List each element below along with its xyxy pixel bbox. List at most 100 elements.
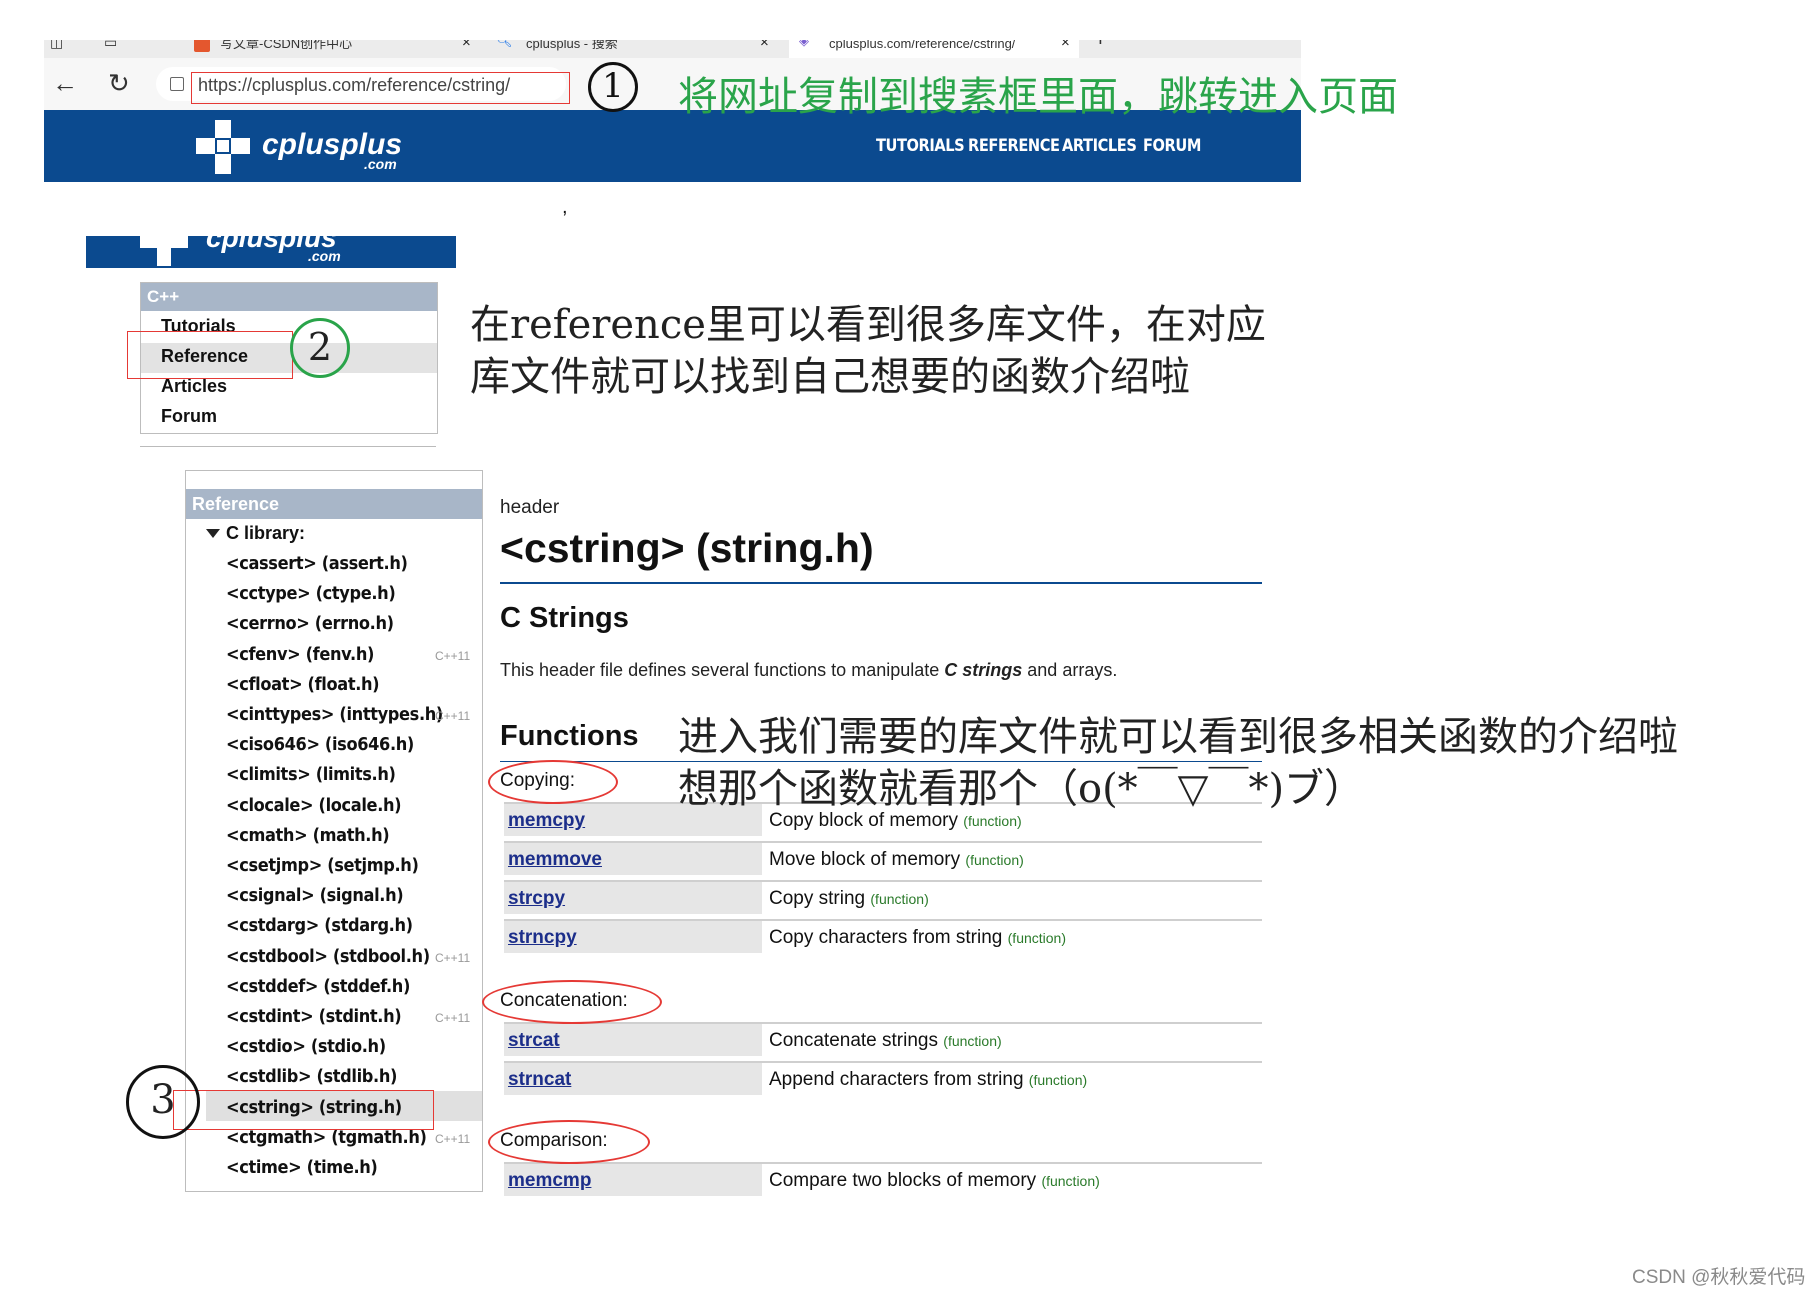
reference-item[interactable]: <climits> (limits.h): [226, 764, 396, 785]
reference-item[interactable]: <cinttypes> (inttypes.h): [226, 704, 443, 725]
function-row: strcpy Copy string (function): [504, 880, 1262, 916]
header-description: This header file defines several functio…: [500, 660, 1117, 681]
title-underline: [500, 582, 1262, 584]
tab-bing-search[interactable]: 🔍︎ cplusplus - 搜索 ×: [494, 40, 776, 58]
step-3-circle: 3: [126, 1065, 200, 1139]
step-3-annotation-line1: 进入我们需要的库文件就可以看到很多相关函数的介绍啦: [678, 714, 1678, 760]
function-kind: (function): [1007, 930, 1066, 946]
description-text: This header file defines several functio…: [500, 660, 945, 680]
function-description: Append characters from string (function): [769, 1069, 1087, 1091]
csdn-favicon-icon: [194, 40, 210, 52]
function-row: strcat Concatenate strings (function): [504, 1022, 1262, 1058]
step-number: 2: [307, 325, 333, 369]
url-highlight-box: [191, 72, 570, 104]
tab-label: 写文章-CSDN创作中心: [220, 40, 353, 51]
nav-reference[interactable]: REFERENCE: [968, 136, 1060, 156]
function-description: Copy characters from string (function): [769, 927, 1066, 949]
back-arrow-icon[interactable]: ←: [52, 70, 78, 96]
tab-actions[interactable]: ◫ ▭: [44, 40, 184, 58]
step-1-annotation: 将网址复制到搜素框里面，跳转进入页面: [678, 74, 1398, 120]
function-row: strncat Append characters from string (fu…: [504, 1061, 1262, 1097]
step-2-annotation-line2: 库文件就可以找到自己想要的函数介绍啦: [470, 354, 1190, 400]
version-badge: C++11: [435, 709, 471, 723]
step-1-circle: 1: [588, 62, 638, 112]
function-summary: Compare two blocks of memory: [769, 1170, 1037, 1191]
function-description: Compare two blocks of memory (function): [769, 1170, 1100, 1192]
function-row: strncpy Copy characters from string (func…: [504, 919, 1262, 955]
reference-item[interactable]: <cassert> (assert.h): [226, 553, 408, 574]
reload-icon[interactable]: ↻: [108, 70, 130, 96]
reference-item[interactable]: <csetjmp> (setjmp.h): [226, 855, 419, 876]
function-link[interactable]: memcmp: [508, 1170, 591, 1192]
tab-cplusplus-active[interactable]: ◈ cplusplus.com/reference/cstring/ ×: [789, 40, 1079, 58]
site-favicon-icon: ◈: [799, 40, 809, 48]
step-number: 1: [602, 66, 624, 106]
cplusplus-logo-icon[interactable]: [196, 120, 250, 174]
close-icon[interactable]: ×: [1061, 40, 1070, 50]
reference-item[interactable]: <cmath> (math.h): [226, 825, 390, 846]
reference-item[interactable]: <cstdlib> (stdlib.h): [226, 1066, 397, 1087]
function-link[interactable]: strncat: [508, 1069, 571, 1091]
function-summary: Move block of memory: [769, 849, 961, 870]
function-link[interactable]: memcpy: [508, 810, 585, 832]
step-2-annotation-line1: 在reference里可以看到很多库文件，在对应: [470, 302, 1266, 348]
reference-item[interactable]: <ctime> (time.h): [226, 1157, 378, 1178]
reference-item[interactable]: <cstddef> (stddef.h): [226, 976, 410, 997]
reference-item[interactable]: <cerrno> (errno.h): [226, 613, 394, 634]
function-name-cell: strncat: [504, 1063, 762, 1095]
function-row: memcmp Compare two blocks of memory (func…: [504, 1162, 1262, 1198]
reference-item[interactable]: <cfenv> (fenv.h): [226, 644, 374, 665]
function-kind: (function): [1028, 1072, 1088, 1088]
c-library-group[interactable]: C library:: [226, 523, 305, 544]
reference-item[interactable]: <cstdbool> (stdbool.h): [226, 946, 430, 967]
reference-item[interactable]: <cfloat> (float.h): [226, 674, 380, 695]
function-link[interactable]: strncpy: [508, 927, 577, 949]
function-link[interactable]: strcpy: [508, 888, 565, 910]
site-header-cropped: cplusplus .com: [86, 236, 456, 268]
cpp-menu-heading: C++: [141, 283, 437, 311]
reference-item[interactable]: <ciso646> (iso646.h): [226, 734, 414, 755]
reference-item[interactable]: <cstdio> (stdio.h): [226, 1036, 386, 1057]
reference-item[interactable]: <cstdarg> (stdarg.h): [226, 915, 413, 936]
stray-mark: ,: [562, 196, 568, 218]
lock-icon: [170, 77, 184, 91]
function-summary: Copy characters from string: [769, 927, 1003, 948]
concatenation-highlight-oval: [482, 980, 662, 1024]
logo-subtext: .com: [308, 248, 341, 264]
function-link[interactable]: memmove: [508, 849, 602, 871]
new-tab-icon[interactable]: +: [1094, 40, 1107, 52]
copying-highlight-oval: [488, 760, 618, 804]
function-description: Move block of memory (function): [769, 849, 1024, 871]
reference-sidebar-heading: Reference: [186, 489, 482, 519]
reference-item[interactable]: <cstdint> (stdint.h): [226, 1006, 402, 1027]
reference-item[interactable]: <cctype> (ctype.h): [226, 583, 396, 604]
tab-label: cplusplus.com/reference/cstring/: [829, 40, 1016, 51]
cplusplus-logo-icon: [140, 236, 188, 266]
reference-item[interactable]: <csignal> (signal.h): [226, 885, 404, 906]
version-badge: C++11: [435, 648, 471, 663]
tab-csdn-editor[interactable]: 写文章-CSDN创作中心 ×: [194, 40, 479, 58]
description-text: and arrays.: [1022, 660, 1118, 680]
workspaces-icon[interactable]: ◫: [50, 40, 63, 49]
expand-triangle-icon[interactable]: [206, 529, 220, 538]
version-badge: C++11: [435, 1131, 471, 1146]
step-number: 3: [150, 1077, 176, 1123]
version-badge: C++11: [435, 1011, 471, 1025]
menu-item-forum[interactable]: Forum: [161, 406, 217, 427]
nav-tutorials[interactable]: TUTORIALS: [876, 136, 965, 156]
tab-list-icon[interactable]: ▭: [104, 40, 117, 49]
functions-heading: Functions: [500, 720, 639, 752]
nav-articles[interactable]: ARTICLES: [1062, 136, 1137, 156]
menu-item-articles[interactable]: Articles: [161, 376, 227, 397]
cstring-highlight-box: [173, 1090, 434, 1130]
close-icon[interactable]: ×: [760, 40, 769, 50]
function-summary: Concatenate strings: [769, 1030, 938, 1051]
tab-label: cplusplus - 搜索: [526, 40, 618, 51]
close-icon[interactable]: ×: [462, 40, 471, 50]
step-2-circle: 2: [290, 318, 350, 378]
function-description: Copy string (function): [769, 888, 929, 910]
watermark: CSDN @秋秋爱代码: [1632, 1267, 1806, 1288]
function-link[interactable]: strcat: [508, 1030, 560, 1052]
nav-forum[interactable]: FORUM: [1143, 136, 1201, 156]
reference-item[interactable]: <clocale> (locale.h): [226, 795, 402, 816]
